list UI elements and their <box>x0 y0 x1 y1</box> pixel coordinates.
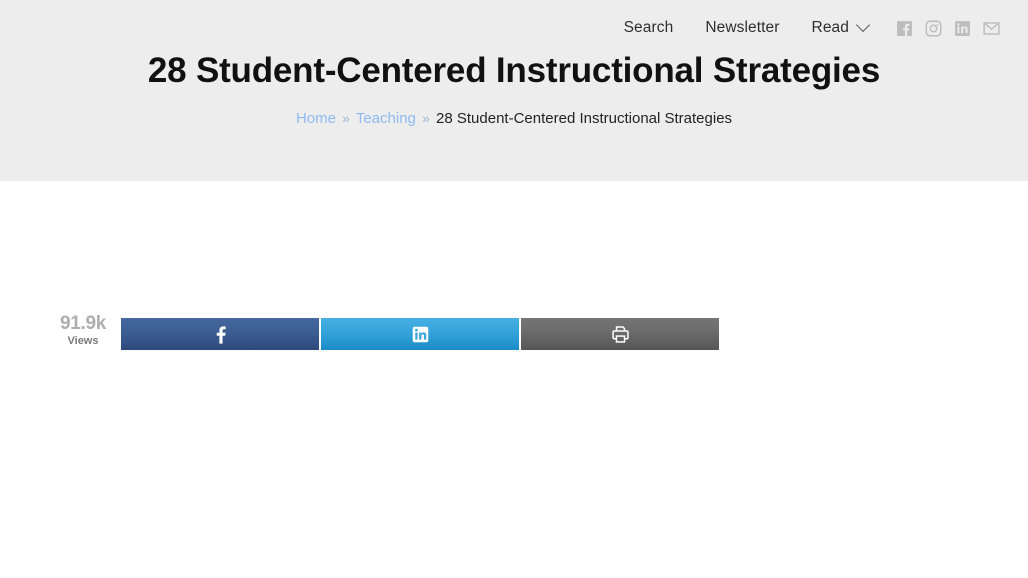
nav-newsletter[interactable]: Newsletter <box>689 20 795 36</box>
print-button[interactable] <box>521 318 719 350</box>
linkedin-icon <box>411 325 430 344</box>
breadcrumb: Home » Teaching » 28 Student-Centered In… <box>0 108 1028 129</box>
social-links <box>896 20 1000 37</box>
nav-search[interactable]: Search <box>608 20 690 36</box>
breadcrumb-teaching[interactable]: Teaching <box>356 110 416 127</box>
breadcrumb-home[interactable]: Home <box>296 110 336 127</box>
nav-read[interactable]: Read <box>796 17 878 37</box>
share-linkedin-button[interactable] <box>321 318 519 350</box>
facebook-icon[interactable] <box>896 20 913 37</box>
linkedin-icon[interactable] <box>954 20 971 37</box>
breadcrumb-current: 28 Student-Centered Instructional Strate… <box>436 110 733 127</box>
view-count: 91.9k Views <box>48 313 118 348</box>
page-title: 28 Student-Centered Instructional Strate… <box>147 51 881 90</box>
breadcrumb-separator: » <box>422 110 430 126</box>
view-count-value: 91.9k <box>59 313 107 334</box>
breadcrumb-separator: » <box>342 110 350 126</box>
view-count-label: Views <box>67 335 99 347</box>
email-icon[interactable] <box>983 20 1000 37</box>
facebook-icon <box>211 325 230 344</box>
page-header: Search Newsletter Read 28 Student-Center… <box>0 0 1028 181</box>
share-buttons <box>121 318 719 350</box>
share-bar: 91.9k Views <box>48 313 719 350</box>
instagram-icon[interactable] <box>925 20 942 37</box>
chevron-down-icon <box>855 17 871 33</box>
printer-icon <box>611 325 630 344</box>
nav-read-label: Read <box>811 19 849 37</box>
share-facebook-button[interactable] <box>121 318 319 350</box>
